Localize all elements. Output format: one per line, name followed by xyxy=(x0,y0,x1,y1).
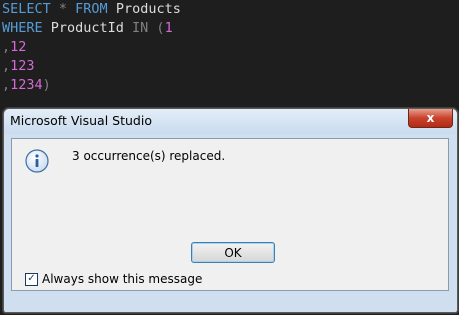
code-token: 123 xyxy=(10,58,35,74)
ok-button[interactable]: OK xyxy=(191,242,275,263)
code-line: ,123 xyxy=(2,57,35,76)
code-token: ) xyxy=(42,77,51,93)
code-line: WHERE ProductId IN (1 xyxy=(2,19,173,38)
dialog-message: 3 occurrence(s) replaced. xyxy=(72,149,226,163)
always-show-label[interactable]: Always show this message xyxy=(42,272,202,286)
code-token: * xyxy=(50,1,76,17)
info-icon xyxy=(25,149,49,173)
dialog-content: 3 occurrence(s) replaced. OK ✓ Always sh… xyxy=(11,138,449,291)
code-token: , xyxy=(2,58,11,74)
dialog-title: Microsoft Visual Studio xyxy=(10,113,152,128)
code-line: SELECT * FROM Products xyxy=(2,0,181,19)
close-icon: x xyxy=(426,111,435,125)
code-token: FROM xyxy=(75,1,108,17)
code-token: , xyxy=(2,77,11,93)
checkmark-icon: ✓ xyxy=(27,273,36,284)
code-line: ,1234) xyxy=(2,76,51,95)
dialog-titlebar[interactable]: Microsoft Visual Studio x xyxy=(4,109,457,134)
code-token: Products xyxy=(107,1,181,17)
always-show-checkbox[interactable]: ✓ xyxy=(25,272,38,286)
code-token: ProductId xyxy=(42,20,133,36)
message-dialog: Microsoft Visual Studio x 3 occurrence(s… xyxy=(3,108,458,313)
always-show-option[interactable]: ✓ Always show this message xyxy=(25,272,202,286)
code-token: , xyxy=(2,39,11,55)
code-line: ,12 xyxy=(2,38,26,57)
close-button[interactable]: x xyxy=(408,109,453,128)
code-token: 12 xyxy=(10,39,27,55)
code-token: 1234 xyxy=(10,77,43,93)
code-token: SELECT xyxy=(2,1,51,17)
code-token: WHERE xyxy=(2,20,43,36)
code-token: 1 xyxy=(164,20,173,36)
code-token: IN ( xyxy=(132,20,165,36)
